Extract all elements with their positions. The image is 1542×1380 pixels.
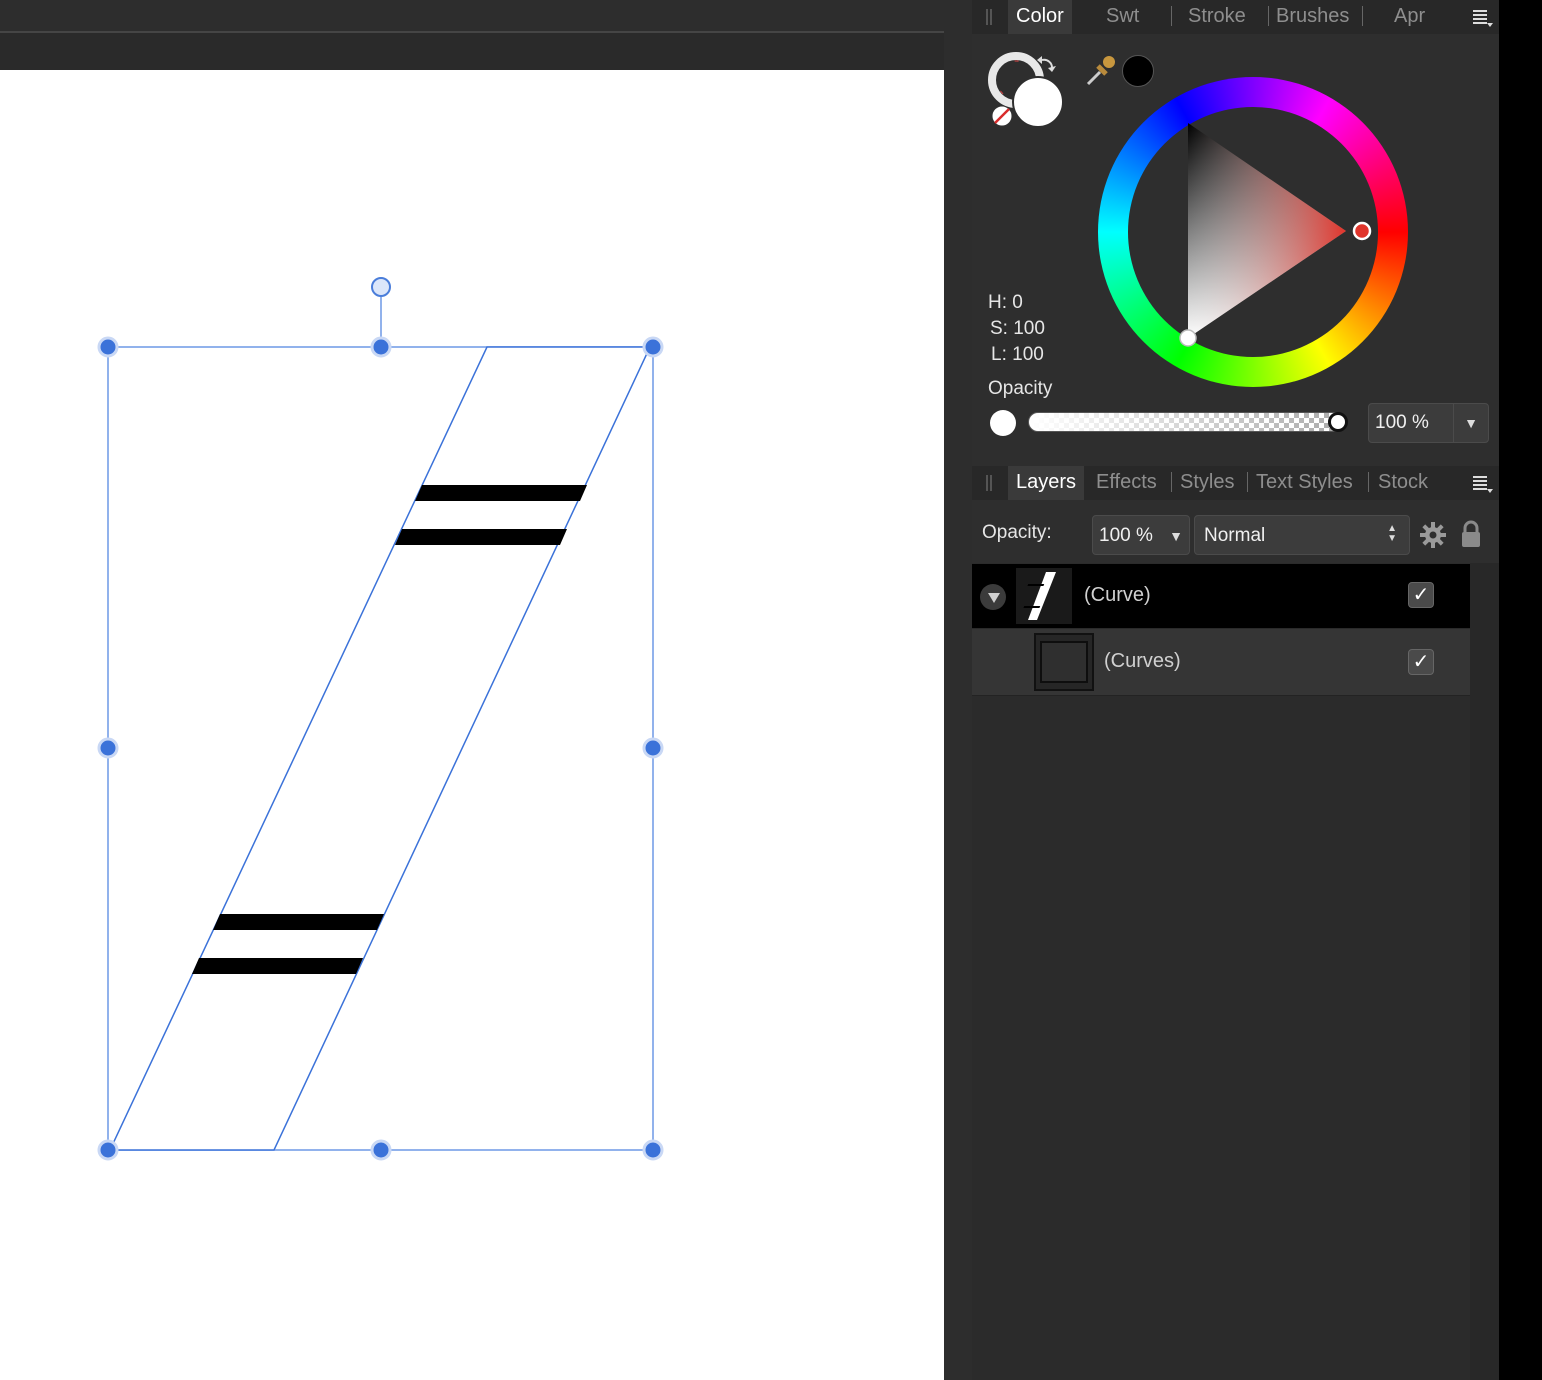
opacity-slider-knob[interactable] [1328,412,1348,432]
tab-appearance[interactable]: Apr [1394,0,1425,34]
hue-readout: H: 0 [988,292,1023,313]
handle-bottom-left[interactable] [97,1139,119,1161]
layer-opacity-field[interactable]: 100 % ▼ [1092,515,1190,555]
tab-layers[interactable]: Layers [1008,466,1085,500]
opacity-value: 100 % [1375,412,1429,433]
triangle-down-icon [988,593,1000,603]
panel-gutter [944,0,972,1380]
fill-swatch[interactable] [1012,76,1064,128]
stripe-top-2 [395,529,567,545]
panel-menu-icon[interactable] [1471,472,1493,494]
tab-color[interactable]: Color [1008,0,1072,34]
opacity-field[interactable]: 100 % ▼ [1368,403,1489,443]
color-panel-tabs: Color Swt Stroke Brushes Apr [972,0,1499,34]
expand-toggle[interactable] [980,584,1006,610]
panel-menu-icon[interactable] [1471,6,1493,28]
document-canvas[interactable] [0,70,944,1380]
saturation-lightness-triangle[interactable] [1098,77,1408,387]
layer-name[interactable]: (Curve) [1084,584,1151,607]
tab-brushes[interactable]: Brushes [1276,0,1349,34]
panel-grip[interactable] [986,9,992,25]
gear-icon[interactable] [1419,521,1447,549]
stripe-bottom-1 [213,914,384,930]
tab-styles[interactable]: Styles [1180,466,1234,500]
swap-colors-icon[interactable] [1041,58,1053,69]
handle-middle-left[interactable] [97,737,119,759]
layer-opacity-label: Opacity: [982,522,1052,543]
tab-separator [1368,472,1369,492]
chevron-down-icon[interactable]: ▼ [1464,404,1478,442]
handle-middle-right[interactable] [642,737,664,759]
layers-scrollbar[interactable] [1470,563,1499,1380]
handle-top-center[interactable] [370,336,392,358]
lock-icon[interactable] [1460,519,1482,549]
layers-panel-tabs: Layers Effects Styles Text Styles Stock [972,466,1499,500]
fill-stroke-swatches[interactable] [986,46,1096,136]
handle-bottom-center[interactable] [370,1139,392,1161]
tab-effects[interactable]: Effects [1096,466,1157,500]
sl-marker[interactable] [1179,329,1197,347]
layer-row-curves[interactable]: (Curves) ✓ [972,628,1470,696]
tab-swatches[interactable]: Swt [1106,0,1139,34]
layer-opacity-value: 100 % [1099,525,1153,546]
panel-grip[interactable] [986,475,992,491]
hue-marker[interactable] [1352,221,1372,241]
tab-text-styles[interactable]: Text Styles [1256,466,1353,500]
layer-row-curve[interactable]: (Curve) ✓ [972,564,1470,628]
window-edge [1499,0,1542,1380]
handle-top-right[interactable] [642,336,664,358]
tab-separator [1268,6,1269,26]
tab-stock[interactable]: Stock [1378,466,1428,500]
layer-thumbnail [1034,633,1094,691]
lightness-readout: L: 100 [991,344,1044,365]
saturation-readout: S: 100 [990,318,1045,339]
tab-separator [1171,472,1172,492]
tab-stroke[interactable]: Stroke [1188,0,1246,34]
blend-mode-select[interactable]: Normal ▲ ▼ [1194,515,1410,555]
canvas-artwork[interactable] [0,70,944,1380]
stripe-top-1 [415,485,587,501]
handle-top-left[interactable] [97,336,119,358]
handle-bottom-right[interactable] [642,1139,664,1161]
tab-separator [1362,6,1363,26]
opacity-label: Opacity [988,378,1053,399]
app-top-bar [0,0,944,32]
layer-name[interactable]: (Curves) [1104,650,1181,673]
stripe-bottom-2 [192,958,363,974]
curve-shape[interactable] [108,346,652,1151]
layer-thumbnail [1016,568,1072,624]
opacity-color-dot [990,410,1016,436]
blend-mode-value: Normal [1204,525,1266,546]
studio-panel: Color Swt Stroke Brushes Apr H: 0 S: 100… [972,0,1499,1380]
visibility-checkbox[interactable]: ✓ [1408,649,1434,675]
visibility-checkbox[interactable]: ✓ [1408,582,1434,608]
context-toolbar [0,33,944,70]
chevron-down-icon[interactable]: ▼ [1169,516,1183,556]
rotation-handle[interactable] [371,277,391,297]
stepper-icon[interactable]: ▲ ▼ [1387,524,1397,544]
opacity-slider[interactable] [1028,412,1346,432]
tab-separator [1171,6,1172,26]
tab-separator [1247,472,1248,492]
